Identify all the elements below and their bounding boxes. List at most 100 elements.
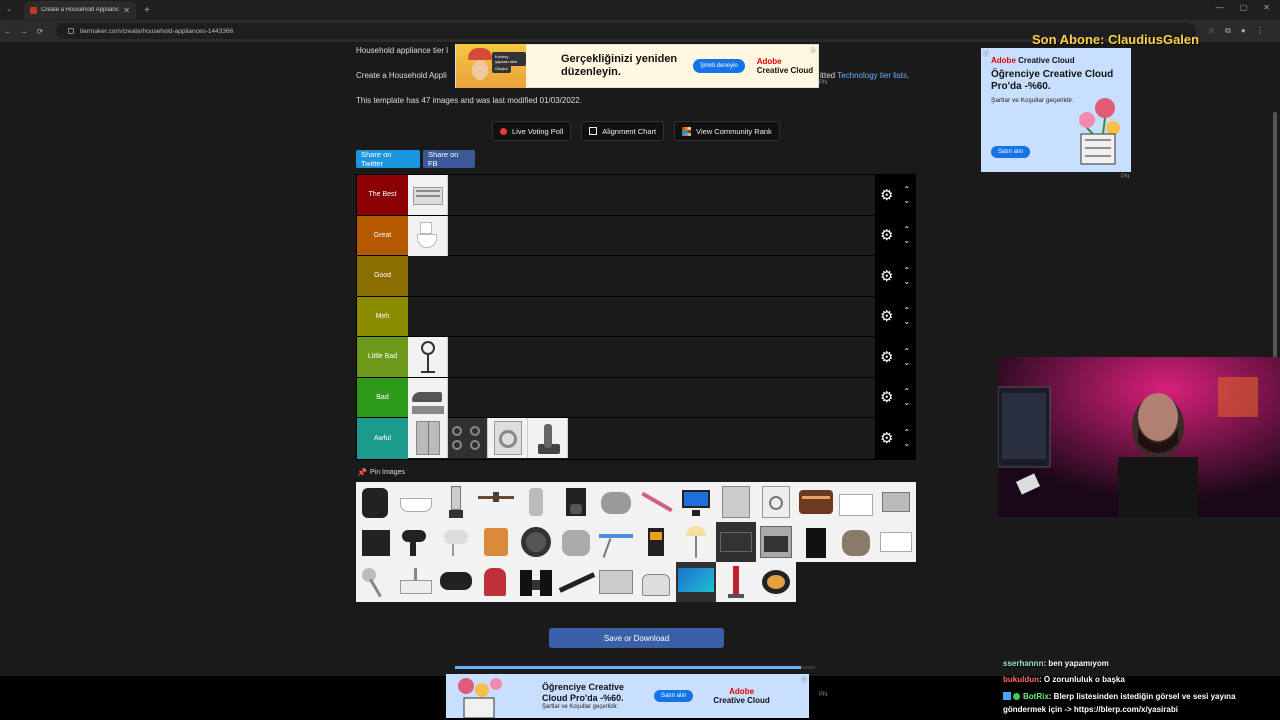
chevron-down-icon[interactable]: ⌄: [903, 195, 910, 206]
tier-label[interactable]: The Best: [357, 175, 408, 215]
appliance-stand-mixer[interactable]: [476, 562, 516, 602]
chevron-up-icon[interactable]: ⌃: [903, 386, 910, 397]
ad-top-cta[interactable]: Şimdi deneyin: [693, 59, 745, 73]
chevron-up-icon[interactable]: ⌃: [903, 305, 910, 316]
appliance-air-fryer[interactable]: [356, 482, 396, 522]
appliance-ceiling-fan[interactable]: [476, 482, 516, 522]
chevron-up-icon[interactable]: ⌃: [903, 184, 910, 195]
maximize-icon[interactable]: ▢: [1240, 3, 1248, 12]
site-info-icon[interactable]: [68, 28, 74, 34]
appliance-vacuum[interactable]: [716, 562, 756, 602]
chevron-down-icon[interactable]: ⌄: [903, 316, 910, 327]
ad-banner-bottom[interactable]: Öğrenciye Creative Cloud Pro'da -%60. Şa…: [446, 674, 809, 718]
alignment-chart-button[interactable]: Alignment Chart: [581, 121, 665, 141]
minimize-icon[interactable]: —: [1216, 3, 1224, 12]
tier-items[interactable]: [408, 296, 875, 336]
gear-icon[interactable]: ⚙: [880, 388, 893, 406]
appliance-washing-machine[interactable]: [488, 418, 528, 458]
appliance-bathtub[interactable]: [396, 482, 436, 522]
appliance-paper-shredder[interactable]: [796, 522, 836, 562]
tier-label[interactable]: Awful: [357, 418, 408, 459]
gear-icon[interactable]: ⚙: [880, 429, 893, 447]
url-field[interactable]: tiermaker.com/create/household-appliance…: [56, 23, 1196, 39]
appliance-air-conditioner[interactable]: [408, 175, 448, 215]
appliance-stove[interactable]: [448, 418, 488, 458]
live-voting-poll-button[interactable]: Live Voting Poll: [492, 121, 572, 141]
appliance-dryer[interactable]: [756, 482, 796, 522]
appliance-toaster-oven[interactable]: [596, 562, 636, 602]
appliance-space-heater[interactable]: [476, 522, 516, 562]
gear-icon[interactable]: ⚙: [880, 186, 893, 204]
appliance-cordless-phone[interactable]: [528, 418, 568, 458]
gear-icon[interactable]: ⚙: [880, 226, 893, 244]
video-progress[interactable]: [455, 666, 815, 669]
profile-icon[interactable]: ●: [1241, 26, 1246, 36]
ad-banner-top[interactable]: Kovboy şapkası ekle Oluştur Gerçekliğini…: [455, 44, 819, 88]
appliance-standing-fan[interactable]: [408, 337, 448, 377]
tier-items[interactable]: [408, 418, 875, 459]
ad-bottom-cta[interactable]: Satın alın: [654, 690, 694, 702]
reload-icon[interactable]: ⟳: [32, 27, 48, 36]
appliance-instant-pot[interactable]: [556, 522, 596, 562]
appliance-computer[interactable]: [676, 482, 716, 522]
appliance-shower-head[interactable]: [356, 562, 396, 602]
appliance-hot-plate[interactable]: [516, 522, 556, 562]
share-twitter-button[interactable]: Share on Twitter: [356, 150, 420, 168]
chevron-down-icon[interactable]: ⌄: [903, 276, 910, 287]
menu-icon[interactable]: ⋮: [1256, 26, 1264, 36]
appliance-sink[interactable]: [396, 562, 436, 602]
scrollbar-thumb[interactable]: [1273, 112, 1277, 392]
appliance-freezer[interactable]: [836, 482, 876, 522]
new-tab-icon[interactable]: +: [144, 5, 150, 16]
close-window-icon[interactable]: ✕: [1263, 3, 1270, 12]
tier-items[interactable]: [408, 337, 875, 377]
gear-icon[interactable]: ⚙: [880, 307, 893, 325]
appliance-lamp[interactable]: [676, 522, 716, 562]
appliance-sewing-machine[interactable]: [876, 522, 916, 562]
appliance-smoker[interactable]: [436, 562, 476, 602]
star-icon[interactable]: ☆: [1208, 26, 1215, 36]
chevron-up-icon[interactable]: ⌃: [903, 346, 910, 357]
ad-bottom-close-icon[interactable]: ⓧ: [801, 675, 807, 684]
extensions-icon[interactable]: ⧉: [1225, 26, 1231, 36]
tier-items[interactable]: [408, 256, 875, 296]
browser-tab[interactable]: Create a Household Appliance ✕: [24, 1, 136, 19]
appliance-can-opener[interactable]: [516, 482, 556, 522]
appliance-griddle[interactable]: [796, 482, 836, 522]
share-facebook-button[interactable]: Share on FB: [423, 150, 475, 168]
gear-icon[interactable]: ⚙: [880, 267, 893, 285]
tab-search-icon[interactable]: ⌄: [6, 5, 12, 13]
chevron-down-icon[interactable]: ⌄: [903, 438, 910, 449]
appliance-hair-straightener[interactable]: [556, 562, 596, 602]
tier-label[interactable]: Little Bad: [357, 337, 408, 377]
gear-icon[interactable]: ⚙: [880, 348, 893, 366]
appliance-oven[interactable]: [756, 522, 796, 562]
appliance-blender[interactable]: [436, 482, 476, 522]
back-icon[interactable]: ←: [0, 27, 16, 36]
forward-icon[interactable]: →: [16, 27, 32, 36]
appliance-dishwasher[interactable]: [716, 482, 756, 522]
appliance-grill[interactable]: [876, 482, 916, 522]
pin-images-toggle[interactable]: 📌 Pin Images: [357, 468, 405, 477]
appliance-toaster[interactable]: [636, 562, 676, 602]
chevron-down-icon[interactable]: ⌄: [903, 235, 910, 246]
close-tab-icon[interactable]: ✕: [123, 6, 130, 15]
ad-right-close-icon[interactable]: ⓧ: [983, 49, 989, 58]
appliance-juicer[interactable]: [636, 522, 676, 562]
appliance-toilet[interactable]: [408, 215, 448, 256]
appliance-hand-mixer[interactable]: [436, 522, 476, 562]
appliance-iron[interactable]: [408, 377, 448, 418]
appliance-microwave[interactable]: [716, 522, 756, 562]
tier-label[interactable]: Meh: [357, 296, 408, 336]
technology-tier-lists-link[interactable]: Technology tier lists: [837, 71, 907, 80]
appliance-slow-cooker[interactable]: [596, 482, 636, 522]
tier-items[interactable]: [408, 377, 875, 418]
image-pool[interactable]: [356, 482, 916, 602]
view-community-rank-button[interactable]: View Community Rank: [674, 121, 780, 141]
chevron-up-icon[interactable]: ⌃: [903, 427, 910, 438]
ad-right[interactable]: Adobe Creative Cloud Öğrenciye Creative …: [981, 48, 1131, 172]
appliance-hair-dryer[interactable]: [396, 522, 436, 562]
tier-label[interactable]: Great: [357, 215, 408, 255]
appliance-rice-cooker[interactable]: [836, 522, 876, 562]
appliance-television[interactable]: [676, 562, 716, 602]
